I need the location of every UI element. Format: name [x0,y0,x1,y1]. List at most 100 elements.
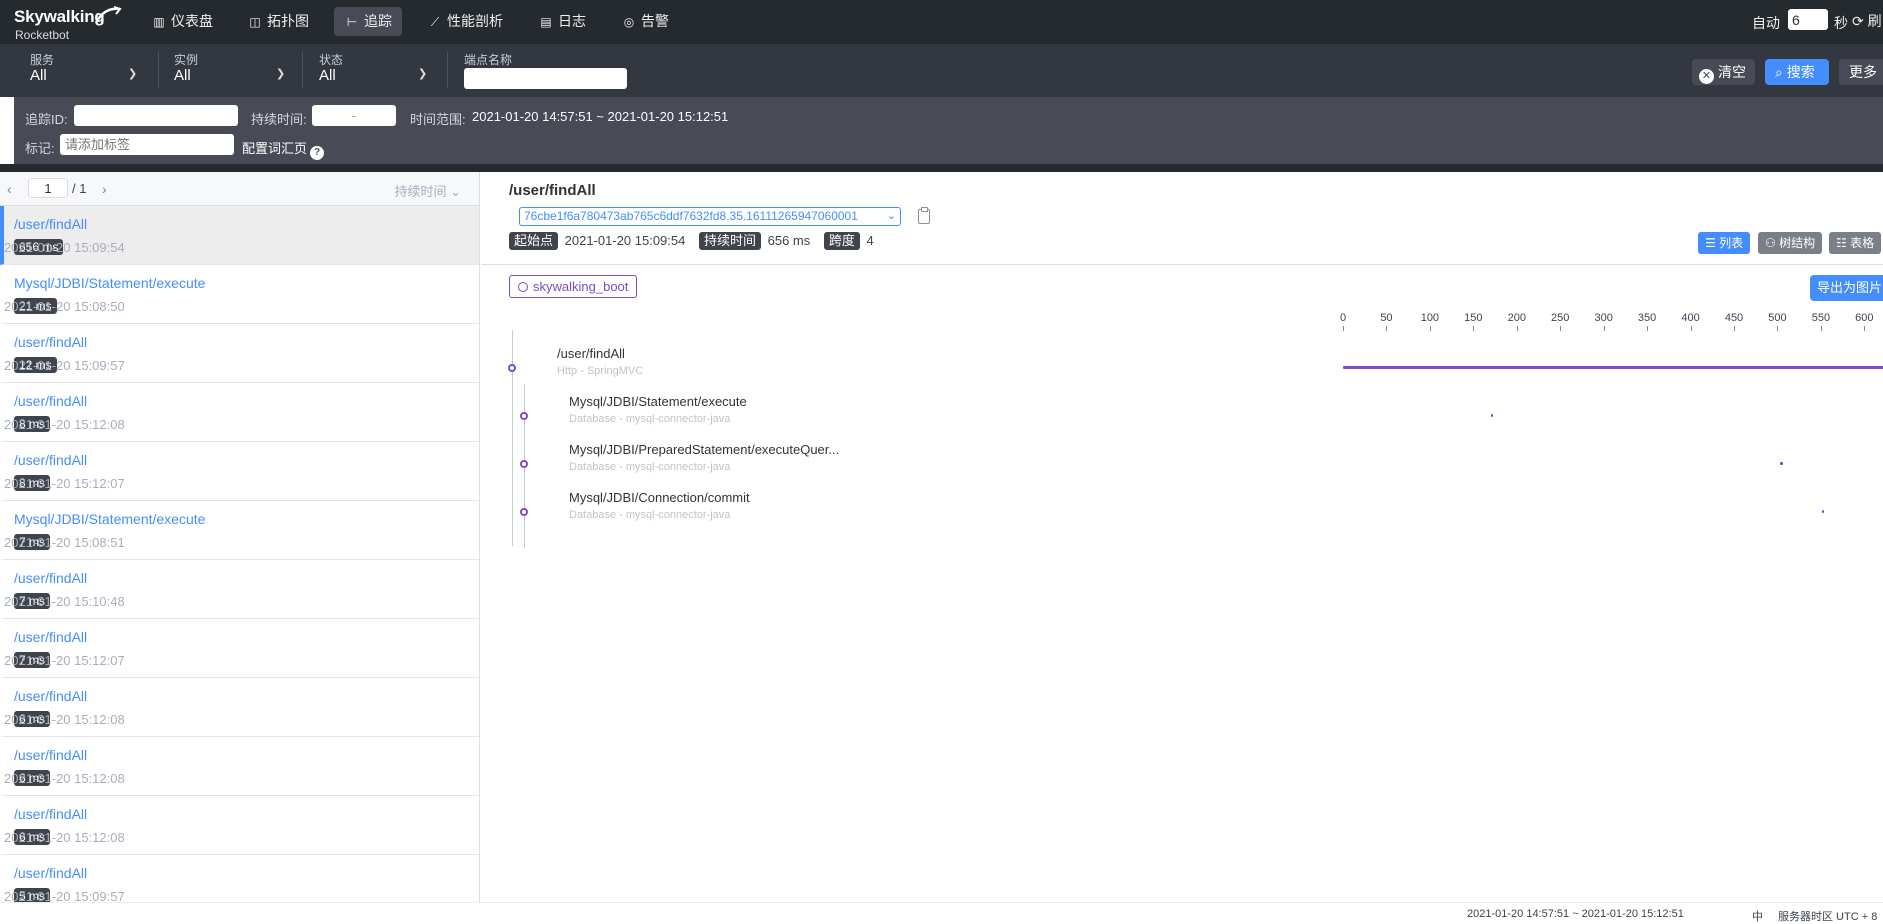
span-name[interactable]: Mysql/JDBI/Statement/execute [569,394,747,409]
circle-icon [518,282,528,292]
trace-list-item[interactable]: /user/findAll 6 ms 2021-01-20 15:12:08 [0,678,479,737]
span-duration-bar[interactable] [1780,462,1783,465]
divider [447,52,448,88]
trace-id-value: 76cbe1f6a780473ab765c6ddf7632fd8.35.1611… [524,209,858,223]
duration-range-input[interactable]: - [312,105,396,126]
trace-list-item[interactable]: /user/findAll 12 ms 2021-01-20 15:09:57 [0,324,479,383]
trace-list-item[interactable]: /user/findAll 7 ms 2021-01-20 15:10:48 [0,560,479,619]
view-table-label: 表格 [1850,236,1875,250]
axis-tick-label: 550 [1811,312,1831,324]
trace-list-item[interactable]: /user/findAll 7 ms 2021-01-20 15:12:07 [0,619,479,678]
nav-topology[interactable]: ◫ 拓扑图 [237,7,319,36]
search-button[interactable]: ⌕ 搜索 [1765,59,1829,85]
nav-log-label: 日志 [558,13,586,29]
span-node-icon[interactable] [520,412,528,420]
list-icon: ☰ [1705,236,1716,250]
refresh-button[interactable]: ⟳ 刷 [1852,11,1882,31]
trace-endpoint-name[interactable]: /user/findAll [14,629,87,645]
timezone-label: 服务器时区 UTC + 8 [1778,911,1878,923]
span-duration-bar[interactable] [1821,510,1824,513]
trace-list-item[interactable]: Mysql/JDBI/Statement/execute 7 ms 2021-01-… [0,501,479,560]
trace-list-item[interactable]: /user/findAll 6 ms 2021-01-20 15:12:08 [0,737,479,796]
span-name[interactable]: Mysql/JDBI/Connection/commit [569,490,750,505]
nav-alarm[interactable]: ◎ 告警 [611,7,679,36]
divider [302,52,303,88]
log-icon: ▤ [540,15,552,29]
dashboard-icon: ▥ [153,15,165,29]
status-select[interactable]: 状态 All ❯ [319,51,429,91]
trace-endpoint-name[interactable]: /user/findAll [14,747,87,763]
instance-select[interactable]: 实例 All ❯ [174,51,285,91]
nav-profile[interactable]: ⟋ 性能剖析 [417,7,513,36]
trace-list-item[interactable]: /user/findAll 656 ms 2021-01-20 15:09:54 [0,206,479,265]
status-time-range[interactable]: 2021-01-20 14:57:51 ~ 2021-01-20 15:12:5… [1467,908,1684,920]
page-total: / 1 [72,181,87,196]
service-tag[interactable]: skywalking_boot [509,275,638,298]
trace-list-item[interactable]: /user/findAll 6 ms 2021-01-20 15:12:08 [0,796,479,855]
trace-list-item[interactable]: /user/findAll 8 ms 2021-01-20 15:12:07 [0,442,479,501]
trace-endpoint-name[interactable]: /user/findAll [14,452,87,468]
tags-input[interactable] [60,134,234,155]
trace-endpoint-name[interactable]: /user/findAll [14,216,87,232]
view-table-button[interactable]: ☷ 表格 [1829,232,1882,254]
time-range-value[interactable]: 2021-01-20 14:57:51 ~ 2021-01-20 15:12:5… [472,109,728,124]
span-node-icon[interactable] [520,460,528,468]
page-input[interactable] [28,178,68,198]
skywalking-logo[interactable]: Skywalking Rocketbot [14,5,124,42]
service-select[interactable]: 服务 All ❯ [30,51,140,91]
span-duration-bar[interactable] [1490,414,1493,417]
trace-endpoint-name[interactable]: /user/findAll [14,334,87,350]
trace-endpoint-name[interactable]: /user/findAll [14,865,87,881]
config-vocabulary-link[interactable]: 配置词汇页? [242,138,325,160]
duration-value: 656 ms [767,233,811,248]
trace-endpoint-name[interactable]: Mysql/JDBI/Statement/execute [14,275,205,291]
chevron-left-icon[interactable]: ‹ [7,181,12,197]
duration-tag: 持续时间 [698,232,761,250]
trace-icon: ⊢ [346,15,358,29]
trace-list-item[interactable]: /user/findAll 5 ms 2021-01-20 15:09:57 [0,855,479,902]
advanced-filter-bar: 追踪ID: 持续时间: - 时间范围: 2021-01-20 14:57:51 … [14,97,1883,164]
view-tree-button[interactable]: ⚇ 树结构 [1758,232,1823,254]
tags-label: 标记: [25,141,55,156]
span-duration-bar[interactable] [1343,366,1883,369]
trace-id-input[interactable] [74,105,238,126]
chevron-down-icon: ❯ [128,68,138,80]
start-tag: 起始点 [509,232,559,250]
axis-tick-label: 50 [1380,312,1393,324]
language-toggle[interactable]: 中 [1752,908,1763,924]
trace-list-item[interactable]: /user/findAll 8 ms 2021-01-20 15:12:08 [0,383,479,442]
config-label: 配置词汇页 [242,141,308,156]
span-name[interactable]: Mysql/JDBI/PreparedStatement/executeQuer… [569,442,839,457]
divider [158,52,159,88]
span-name[interactable]: /user/findAll [557,346,625,361]
nav-trace[interactable]: ⊢ 追踪 [334,7,402,36]
nav-log[interactable]: ▤ 日志 [528,7,596,36]
axis-tick-mark [1690,326,1692,331]
trace-endpoint-name[interactable]: /user/findAll [14,570,87,586]
chevron-down-icon: ❯ [418,68,428,80]
span-node-icon[interactable] [520,508,528,516]
view-tree-label: 树结构 [1779,236,1816,250]
filter-bar: 服务 All ❯ 实例 All ❯ 状态 All ❯ 端点名称 ✕ 清空 ⌕ 搜索… [0,44,1883,97]
trace-endpoint-name[interactable]: /user/findAll [14,393,87,409]
trace-endpoint-name[interactable]: /user/findAll [14,688,87,704]
nav-dashboard[interactable]: ▥ 仪表盘 [141,7,223,36]
trace-endpoint-name[interactable]: Mysql/JDBI/Statement/execute [14,511,205,527]
chevron-right-icon[interactable]: › [102,181,107,197]
auto-interval-input[interactable] [1788,9,1828,30]
clipboard-icon[interactable] [918,207,930,224]
trace-detail-panel: /user/findAll 76cbe1f6a780473ab765c6ddf7… [481,172,1883,902]
service-select-label: 服务 [30,53,55,67]
help-icon[interactable]: ? [310,146,325,160]
axis-tick-mark [1734,326,1735,331]
trace-endpoint-name[interactable]: /user/findAll [14,806,87,822]
sort-select[interactable]: 持续时间 ⌄ [394,181,461,200]
span-node-icon[interactable] [508,364,516,372]
more-button[interactable]: 更多 [1839,59,1883,85]
trace-list-item[interactable]: Mysql/JDBI/Statement/execute 21 ms 2021-01… [0,265,479,324]
trace-id-select[interactable]: 76cbe1f6a780473ab765c6ddf7632fd8.35.1611… [519,207,901,226]
export-image-button[interactable]: 导出为图片 [1810,275,1883,301]
view-list-button[interactable]: ☰ 列表 [1698,232,1751,254]
clear-button[interactable]: ✕ 清空 [1692,59,1755,85]
endpoint-name-input[interactable] [464,68,627,89]
